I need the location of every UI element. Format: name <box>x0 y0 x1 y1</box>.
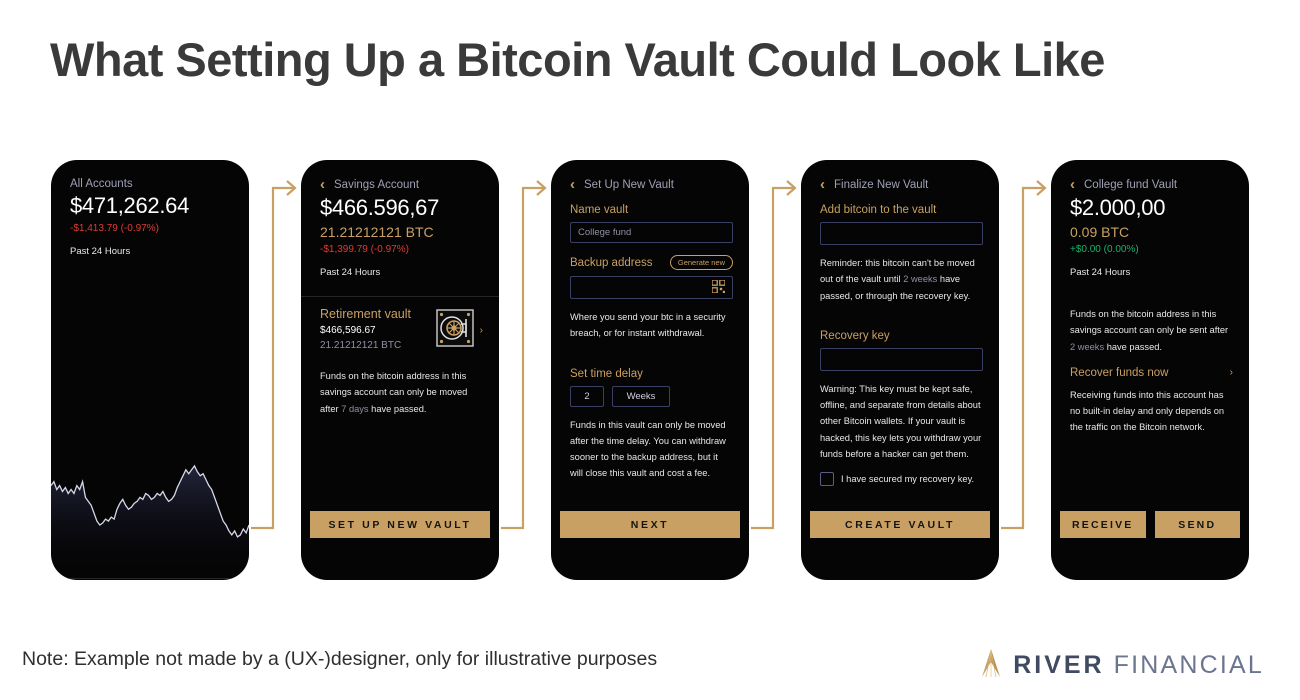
info-pre: Funds on the bitcoin address in this sav… <box>1070 309 1229 336</box>
back-arrow-icon[interactable]: ‹ <box>570 177 575 192</box>
phone-screen-all-accounts: All Accounts $471,262.64 -$1,413.79 (-0.… <box>51 160 249 580</box>
screen2-amount: $466.596,67 <box>320 195 440 220</box>
recover-funds-row[interactable]: Recover funds now › <box>1051 355 1249 379</box>
set-time-delay-label: Set time delay <box>570 367 643 380</box>
flow-arrow-1 <box>251 180 297 530</box>
backup-address-label: Backup address <box>570 256 653 269</box>
phone-screen-college-fund-vault: ‹ College fund Vault $2.000,00 0.09 BTC … <box>1051 160 1249 580</box>
nav-bar: ‹ Savings Account <box>301 160 499 192</box>
screen2-info-paragraph: Funds on the bitcoin address in this sav… <box>301 360 499 417</box>
vault-btc: 21.21212121 BTC <box>320 340 402 351</box>
flow-arrow-2 <box>501 180 547 530</box>
next-button[interactable]: NEXT <box>560 511 740 538</box>
nav-bar: ‹ College fund Vault <box>1051 160 1249 192</box>
screen1-period: Past 24 Hours <box>70 246 131 257</box>
receive-button[interactable]: RECEIVE <box>1060 511 1146 538</box>
vault-safe-icon <box>435 309 474 352</box>
backup-address-help: Where you send your btc in a security br… <box>570 312 726 339</box>
river-mark-icon <box>978 648 1004 683</box>
phone-screen-savings-account: ‹ Savings Account $466.596,67 21.2121212… <box>301 160 499 580</box>
nav-title: College fund Vault <box>1084 179 1178 191</box>
backup-address-input[interactable] <box>570 276 733 299</box>
info-post: have passed. <box>1104 341 1162 352</box>
receive-help-paragraph: Receiving funds into this account has no… <box>1070 389 1225 433</box>
time-delay-help: Funds in this vault can only be moved af… <box>570 419 726 479</box>
backup-address-label-row: Backup address Generate new <box>551 243 749 270</box>
info-link[interactable]: 2 weeks <box>1070 342 1104 352</box>
screen5-period: Past 24 Hours <box>1070 267 1131 278</box>
recover-funds-link[interactable]: Recover funds now <box>1070 367 1168 379</box>
generate-new-button[interactable]: Generate new <box>669 255 733 270</box>
chevron-right-icon[interactable]: › <box>1230 367 1233 378</box>
infographic-root: What Setting Up a Bitcoin Vault Could Lo… <box>0 0 1300 700</box>
account-card-savings[interactable]: Savings Account › Account Value $466,596… <box>51 579 249 580</box>
balance-chart-svg <box>51 464 249 578</box>
logo-primary-text: RIVER <box>1013 651 1105 679</box>
nav-bar: ‹ Set Up New Vault <box>551 160 749 192</box>
add-bitcoin-label: Add bitcoin to the vault <box>820 204 937 216</box>
name-vault-label: Name vault <box>570 204 629 216</box>
logo-secondary-text: FINANCIAL <box>1113 651 1264 679</box>
action-button-group: RECEIVE SEND <box>1060 511 1240 538</box>
footnote: Note: Example not made by a (UX-)designe… <box>22 648 658 670</box>
nav-bar: ‹ Finalize New Vault <box>801 160 999 192</box>
delay-unit-select[interactable]: Weeks <box>612 385 670 407</box>
screen5-delta: +$0.00 (0.00%) <box>1070 244 1139 255</box>
secured-key-label: I have secured my recovery key. <box>841 474 975 485</box>
reminder-link[interactable]: 2 weeks <box>903 274 937 284</box>
nav-title: Finalize New Vault <box>834 179 929 191</box>
phone-screen-setup-new-vault: ‹ Set Up New Vault Name vault College fu… <box>551 160 749 580</box>
screen2-delta: -$1,399.79 (-0.97%) <box>320 244 409 255</box>
vault-list-item[interactable]: Retirement vault $466,596.67 21.21212121… <box>301 297 499 360</box>
back-arrow-icon[interactable]: ‹ <box>1070 177 1075 192</box>
screen5-btc: 0.09 BTC <box>1070 224 1130 240</box>
send-button[interactable]: SEND <box>1154 511 1240 538</box>
flow-arrow-3 <box>751 180 797 530</box>
screen1-header-label: All Accounts <box>70 178 133 190</box>
flow-arrow-4 <box>1001 180 1047 530</box>
name-vault-input[interactable]: College fund <box>570 222 733 243</box>
page-title: What Setting Up a Bitcoin Vault Could Lo… <box>50 33 1105 86</box>
para-post: have passed. <box>368 403 427 414</box>
recovery-key-label: Recovery key <box>820 329 890 342</box>
time-delay-controls: 2 Weeks <box>551 380 749 407</box>
nav-title: Savings Account <box>334 179 420 191</box>
reminder-paragraph: Reminder: this bitcoin can't be moved ou… <box>801 245 999 304</box>
delay-number-input[interactable]: 2 <box>570 385 604 407</box>
name-vault-value: College fund <box>578 227 632 238</box>
screen5-info-paragraph: Funds on the bitcoin address in this sav… <box>1051 296 1249 355</box>
screen5-amount: $2.000,00 <box>1070 195 1166 220</box>
vault-name: Retirement vault <box>320 307 412 321</box>
balance-chart <box>51 446 249 578</box>
back-arrow-icon[interactable]: ‹ <box>820 177 825 192</box>
screen1-delta: -$1,413.79 (-0.97%) <box>70 223 159 234</box>
screen2-btc: 21.21212121 BTC <box>320 224 434 240</box>
river-financial-logo: RIVER FINANCIAL <box>978 648 1264 683</box>
back-arrow-icon[interactable]: ‹ <box>320 177 325 192</box>
secured-key-checkbox[interactable] <box>820 472 834 487</box>
secured-key-checkbox-row[interactable]: I have secured my recovery key. <box>801 462 999 487</box>
recovery-key-input[interactable] <box>820 347 983 371</box>
para-link[interactable]: 7 days <box>341 404 368 414</box>
vault-usd: $466,596.67 <box>320 325 376 336</box>
recovery-warning: Warning: This key must be kept safe, off… <box>820 383 982 459</box>
create-vault-button[interactable]: CREATE VAULT <box>810 511 990 538</box>
nav-title: Set Up New Vault <box>584 179 674 191</box>
screen1-total-amount: $471,262.64 <box>70 193 190 218</box>
chevron-right-icon[interactable]: › <box>480 325 483 336</box>
screen2-period: Past 24 Hours <box>320 267 381 278</box>
setup-new-vault-button[interactable]: SET UP NEW VAULT <box>310 511 490 538</box>
add-bitcoin-input[interactable] <box>820 222 983 245</box>
qr-code-icon[interactable] <box>711 278 726 296</box>
phone-screen-finalize-new-vault: ‹ Finalize New Vault Add bitcoin to the … <box>801 160 999 580</box>
